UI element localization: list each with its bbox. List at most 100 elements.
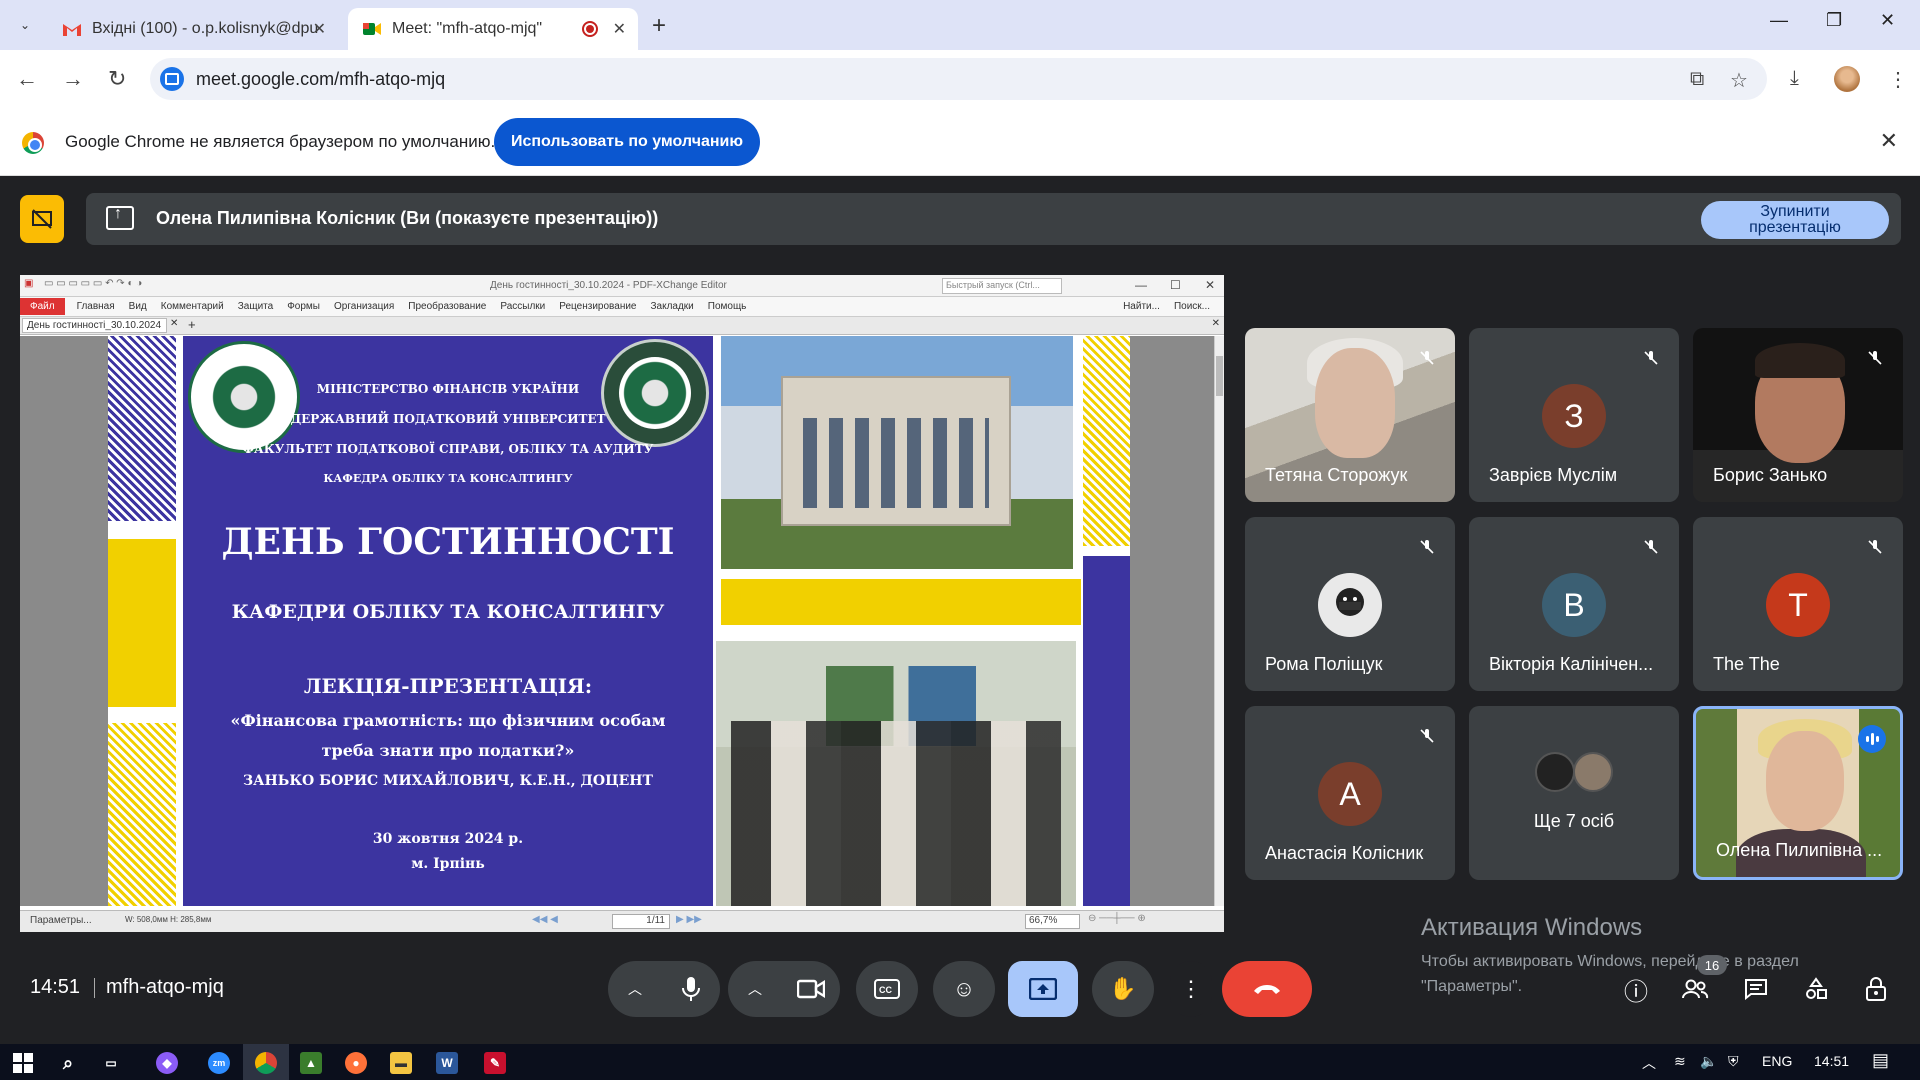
tab-meet[interactable]: Meet: "mfh-atqo-mjq" ✕ [348, 8, 638, 50]
new-tab-button[interactable]: + [652, 12, 666, 40]
zoom-slider[interactable]: ⊖ ──┼── ⊕ [1088, 913, 1146, 924]
meeting-info-icon[interactable]: ⓘ [1618, 971, 1654, 1007]
self-tile[interactable]: Олена Пилипівна ... [1693, 706, 1903, 880]
windows-start-icon[interactable] [12, 1052, 34, 1074]
pdf-menu-item[interactable]: Рецензирование [559, 301, 636, 312]
page-nav-first[interactable]: ◀◀ ◀ [532, 914, 558, 925]
camera-button[interactable] [782, 961, 840, 1017]
tab-gmail[interactable]: Вхідні (100) - o.p.kolisnyk@dpu ✕ [48, 8, 338, 50]
reload-button[interactable]: ↻ [108, 66, 126, 92]
pdf-new-tab-icon[interactable]: + [188, 317, 196, 332]
file-explorer-icon[interactable]: ▬ [390, 1052, 412, 1074]
page-number-field[interactable]: 1/11 [612, 914, 670, 929]
pdf-search[interactable]: Поиск... [1174, 301, 1210, 312]
pdf-menu-item[interactable]: Вид [129, 301, 147, 312]
close-window-button[interactable]: ✕ [1880, 10, 1895, 31]
chat-icon[interactable] [1738, 971, 1774, 1007]
zoom-field[interactable]: 66,7% [1025, 914, 1080, 929]
security-shield-icon[interactable]: ⛨ [1728, 1053, 1739, 1070]
taskbar-clock[interactable]: 14:51 [1814, 1053, 1849, 1069]
host-controls-icon[interactable] [1858, 971, 1894, 1007]
site-info-icon[interactable] [160, 67, 184, 91]
pdf-close-doc-icon[interactable]: ✕ [1212, 318, 1220, 329]
video-options-button[interactable]: ︿ [728, 961, 782, 1017]
browser-menu-icon[interactable]: ⋮ [1888, 67, 1908, 92]
app-icon[interactable]: ◆ [156, 1052, 178, 1074]
pdf-menu-item[interactable]: Организация [334, 301, 394, 312]
hide-presentation-button[interactable] [20, 195, 64, 243]
participant-tile[interactable]: З Заврієв Муслім [1469, 328, 1679, 502]
captions-button[interactable]: CC [856, 961, 918, 1017]
zoom-icon[interactable]: zm [208, 1052, 230, 1074]
notifications-icon[interactable]: ▤ [1872, 1050, 1889, 1071]
pdf-menu-item[interactable]: Закладки [650, 301, 693, 312]
present-now-button[interactable] [1008, 961, 1078, 1017]
back-button[interactable]: ← [16, 66, 38, 92]
minimize-button[interactable]: — [1770, 10, 1788, 31]
pdf-menu-item[interactable]: Помощь [708, 301, 747, 312]
pdf-statusbar: Параметры... W: 508,0мм H: 285,8мм ◀◀ ◀ … [20, 910, 1224, 932]
restore-button[interactable]: ❐ [1826, 10, 1842, 31]
pdf-scrollbar[interactable] [1214, 336, 1224, 906]
pdf-menu-item[interactable]: Рассылки [500, 301, 545, 312]
reactions-button[interactable]: ☺ [933, 961, 995, 1017]
chrome-icon[interactable] [255, 1052, 277, 1074]
close-infobar-icon[interactable]: ✕ [1880, 128, 1898, 154]
app-icon[interactable]: ▲ [300, 1052, 322, 1074]
more-participants-tile[interactable]: Ще 7 осіб [1469, 706, 1679, 880]
tray-chevron-icon[interactable]: ︿ [1642, 1053, 1656, 1073]
search-icon[interactable]: ⌕ [57, 1052, 79, 1074]
forward-button[interactable]: → [62, 66, 84, 92]
pdf-menu-item[interactable]: Комментарий [161, 301, 224, 312]
bookmark-star-icon[interactable]: ☆ [1730, 68, 1748, 93]
address-bar[interactable]: meet.google.com/mfh-atqo-mjq ⧉ ☆ [150, 58, 1767, 100]
slide-line-3: ФАКУЛЬТЕТ ПОДАТКОВОЇ СПРАВИ, ОБЛІКУ ТА А… [242, 442, 654, 456]
firefox-icon[interactable]: ● [345, 1052, 367, 1074]
participant-tile[interactable]: Борис Занько [1693, 328, 1903, 502]
pdf-menu-item[interactable]: Преобразование [408, 301, 486, 312]
tab-search-button[interactable]: ⌄ [12, 12, 38, 38]
stop-presenting-button[interactable]: Зупинити презентацію [1701, 201, 1889, 239]
volume-icon[interactable]: 🔈 [1700, 1053, 1717, 1070]
download-icon[interactable]: ⤓ [1790, 67, 1799, 90]
pdf-menu-file[interactable]: Файл [20, 298, 65, 315]
people-icon[interactable] [1677, 971, 1713, 1007]
pdf-find[interactable]: Найти... [1123, 301, 1160, 312]
infobar-text: Google Chrome не является браузером по у… [65, 132, 496, 151]
participant-tile[interactable]: Тетяна Сторожук [1245, 328, 1455, 502]
pdf-menu-item[interactable]: Формы [287, 301, 320, 312]
microphone-button[interactable] [662, 961, 720, 1017]
chevron-up-icon: ︿ [748, 981, 762, 997]
participant-tile[interactable]: T The The [1693, 517, 1903, 691]
profile-avatar[interactable] [1834, 66, 1860, 92]
raise-hand-button[interactable]: ✋ [1092, 961, 1154, 1017]
activities-icon[interactable] [1798, 971, 1834, 1007]
pdf-doc-tab[interactable]: День гостинності_30.10.2024 [22, 318, 167, 333]
leave-call-button[interactable] [1222, 961, 1312, 1017]
pdf-tab-close-icon[interactable]: ✕ [170, 318, 178, 329]
pdf-params[interactable]: Параметры... [30, 915, 92, 926]
pdf-menu-item[interactable]: Главная [77, 301, 115, 312]
close-tab-icon[interactable]: ✕ [613, 19, 626, 39]
staff-group [731, 721, 1061, 906]
pdf-close[interactable]: ✕ [1205, 278, 1215, 292]
pdf-xchange-icon[interactable]: ✎ [484, 1052, 506, 1074]
close-tab-icon[interactable]: ✕ [313, 19, 326, 39]
page-nav-next[interactable]: ▶ ▶▶ [676, 914, 702, 925]
word-icon[interactable]: W [436, 1052, 458, 1074]
wifi-icon[interactable]: ≋ [1674, 1053, 1686, 1070]
pdf-minimize[interactable]: — [1135, 278, 1147, 292]
task-view-icon[interactable]: ▭ [100, 1052, 122, 1074]
quick-launch-field[interactable]: Быстрый запуск (Ctrl... [942, 278, 1062, 294]
audio-options-button[interactable]: ︿ [608, 961, 662, 1017]
participant-tile[interactable]: А Анастасія Колісник [1245, 706, 1455, 880]
set-default-button[interactable]: Использовать по умолчанию [494, 118, 760, 166]
pdf-maximize[interactable]: ☐ [1170, 278, 1181, 292]
shared-screen: ▣ ▭ ▭ ▭ ▭ ▭ ↶ ↷ ◐ ◑ День гостинності_30.… [20, 275, 1224, 932]
participant-tile[interactable]: В Вікторія Калінічен... [1469, 517, 1679, 691]
participant-tile[interactable]: Рома Поліщук [1245, 517, 1455, 691]
language-indicator[interactable]: ENG [1762, 1053, 1792, 1069]
more-options-button[interactable]: ⋮ [1170, 961, 1212, 1017]
translate-icon[interactable]: ⧉ [1690, 68, 1704, 91]
pdf-menu-item[interactable]: Защита [238, 301, 273, 312]
